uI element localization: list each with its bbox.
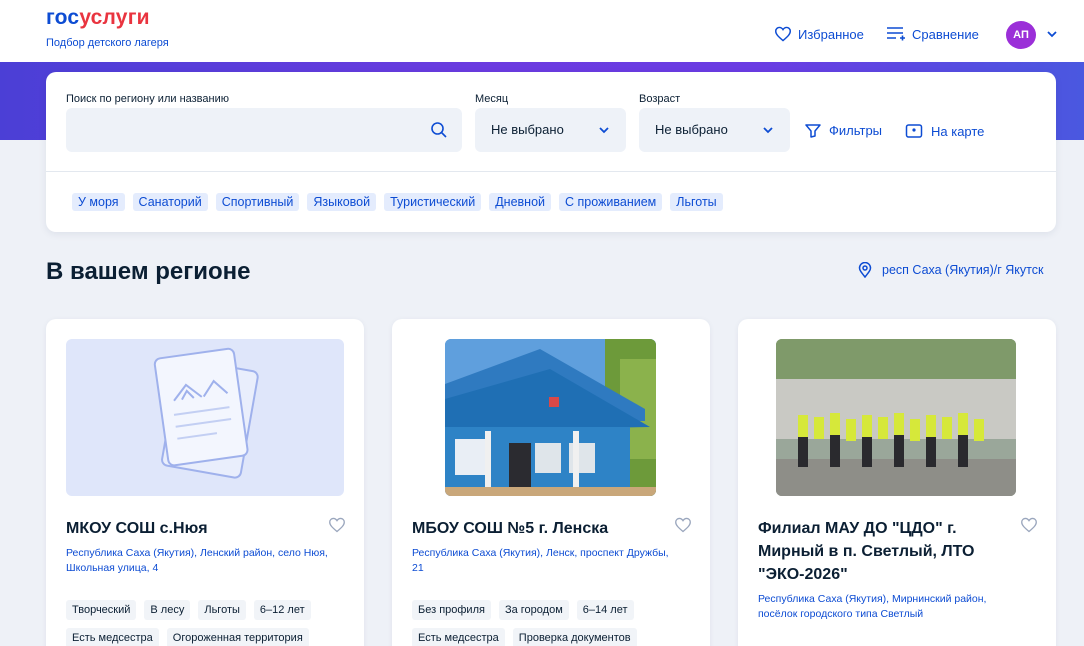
tag-language[interactable]: Языковой	[307, 193, 377, 211]
map-icon	[905, 124, 923, 138]
heart-icon[interactable]	[328, 517, 346, 533]
map-label: На карте	[931, 123, 985, 139]
camp-photo	[776, 339, 1016, 496]
favorites-link[interactable]: Избранное	[774, 26, 864, 42]
camp-title[interactable]: МКОУ СОШ с.Нюя	[66, 517, 316, 540]
tag-daytime[interactable]: Дневной	[489, 193, 552, 211]
feature-chip: Без профиля	[412, 600, 491, 620]
feature-chip: Есть медсестра	[66, 628, 159, 646]
compare-label: Сравнение	[912, 26, 979, 42]
gosuslugi-logo[interactable]: госуслуги	[46, 6, 150, 30]
month-select[interactable]: Не выбрано	[475, 108, 626, 152]
camp-photo	[445, 339, 656, 496]
chevron-down-icon	[763, 127, 773, 134]
tag-sanatorium[interactable]: Санаторий	[132, 193, 208, 211]
camp-address[interactable]: Республика Саха (Якутия), Мирнинский рай…	[758, 592, 1028, 622]
search-icon[interactable]	[430, 121, 448, 139]
month-label: Месяц	[475, 93, 509, 105]
top-header: госуслуги Подбор детского лагеря Избранн…	[0, 0, 1084, 62]
camp-placeholder-image	[66, 339, 344, 496]
chevron-down-icon	[599, 127, 609, 134]
tag-tourist[interactable]: Туристический	[384, 193, 482, 211]
favorites-label: Избранное	[798, 26, 864, 42]
map-button[interactable]: На карте	[905, 123, 984, 139]
feature-chip: 6–12 лет	[253, 600, 311, 620]
month-value: Не выбрано	[491, 122, 564, 137]
section-title: В вашем регионе	[46, 258, 251, 285]
search-input[interactable]	[66, 108, 462, 152]
filter-icon	[805, 123, 821, 138]
feature-chip: 6–14 лет	[576, 600, 634, 620]
service-subtitle: Подбор детского лагеря	[46, 37, 169, 49]
tag-benefits[interactable]: Льготы	[670, 193, 723, 211]
heart-icon	[774, 26, 792, 42]
user-avatar[interactable]: АП	[1006, 21, 1036, 49]
feature-chip: В лесу	[144, 600, 191, 620]
camp-address[interactable]: Республика Саха (Якутия), Ленский район,…	[66, 546, 336, 576]
group-photo	[776, 339, 1016, 496]
feature-chip: Проверка документов	[512, 628, 637, 646]
feature-chip: Огороженная территория	[166, 628, 309, 646]
region-label: респ Саха (Якутия)/г Якутск	[882, 263, 1044, 277]
school-building-photo	[445, 339, 656, 496]
category-tags: У моря Санаторий Спортивный Языковой Тур…	[72, 193, 723, 211]
query-label: Поиск по региону или названию	[66, 93, 229, 105]
filters-button[interactable]: Фильтры	[805, 123, 882, 138]
camp-card[interactable]: МКОУ СОШ с.Нюя Республика Саха (Якутия),…	[46, 319, 364, 646]
compare-link[interactable]: Сравнение	[886, 26, 979, 42]
tag-residence[interactable]: С проживанием	[559, 193, 663, 211]
camp-title[interactable]: Филиал МАУ ДО "ЦДО" г. Мирный в п. Светл…	[758, 517, 1008, 586]
camp-title[interactable]: МБОУ СОШ №5 г. Ленска	[412, 517, 662, 540]
camp-card[interactable]: МБОУ СОШ №5 г. Ленска Республика Саха (Я…	[392, 319, 710, 646]
tag-sea[interactable]: У моря	[72, 193, 125, 211]
camp-address[interactable]: Республика Саха (Якутия), Ленск, проспек…	[412, 546, 682, 576]
document-illustration-icon	[153, 347, 259, 479]
age-value: Не выбрано	[655, 122, 728, 137]
camp-features: Без профиля За городом 6–14 лет Есть мед…	[412, 600, 702, 646]
feature-chip: Творческий	[66, 600, 137, 620]
feature-chip: Есть медсестра	[412, 628, 505, 646]
chevron-down-icon[interactable]	[1046, 30, 1058, 38]
camp-card[interactable]: Филиал МАУ ДО "ЦДО" г. Мирный в п. Светл…	[738, 319, 1056, 646]
heart-icon[interactable]	[674, 517, 692, 533]
compare-icon	[887, 27, 905, 41]
age-label: Возраст	[639, 93, 681, 105]
heart-icon[interactable]	[1020, 517, 1038, 533]
age-select[interactable]: Не выбрано	[639, 108, 790, 152]
feature-chip: Льготы	[198, 600, 246, 620]
filters-label: Фильтры	[829, 123, 883, 138]
location-pin-icon	[858, 262, 872, 278]
panel-divider	[46, 171, 1056, 172]
feature-chip: За городом	[498, 600, 569, 620]
camp-features: Творческий В лесу Льготы 6–12 лет Есть м…	[66, 600, 356, 646]
tag-sport[interactable]: Спортивный	[215, 193, 300, 211]
region-selector[interactable]: респ Саха (Якутия)/г Якутск	[858, 262, 1043, 278]
